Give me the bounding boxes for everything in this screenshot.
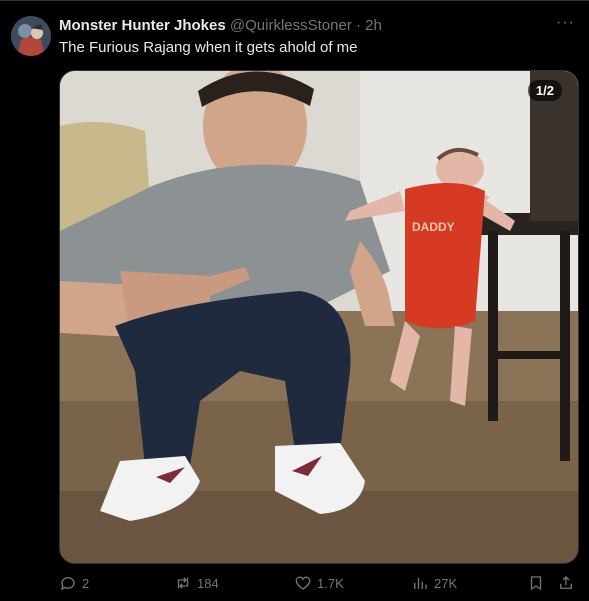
reply-icon (60, 577, 75, 591)
photo-illustration: DADDY (60, 71, 578, 563)
top-divider (0, 0, 589, 1)
bookmark-icon (530, 576, 542, 591)
retweet-icon (177, 577, 189, 589)
action-bar: 2 184 1.7K 27K (59, 574, 579, 596)
svg-text:DADDY: DADDY (412, 220, 455, 234)
retweet-button[interactable]: 184 (174, 574, 219, 592)
tweet-header: Monster Hunter Jhokes @QuirklessStoner ·… (59, 17, 549, 37)
avatar[interactable] (11, 16, 51, 56)
reply-button[interactable]: 2 (59, 574, 89, 592)
share-button[interactable] (557, 574, 575, 592)
timestamp[interactable]: 2h (365, 17, 382, 34)
media-counter-badge: 1/2 (527, 80, 562, 101)
retweet-count: 184 (197, 575, 219, 591)
views-button[interactable]: 27K (411, 574, 457, 592)
tweet-media-photo[interactable]: DADDY 1/2 (59, 70, 579, 564)
share-icon (560, 576, 572, 589)
tweet-text: The Furious Rajang when it gets ahold of… (59, 39, 358, 56)
like-icon (295, 576, 311, 590)
like-button[interactable]: 1.7K (294, 574, 344, 592)
reply-count: 2 (82, 575, 90, 591)
separator-dot: · (355, 17, 361, 34)
author-handle[interactable]: @QuirklessStoner (230, 17, 352, 34)
views-icon (414, 577, 427, 589)
more-options-icon[interactable]: ··· (556, 14, 575, 32)
bookmark-button[interactable] (527, 574, 545, 592)
views-count: 27K (434, 575, 458, 591)
author-name[interactable]: Monster Hunter Jhokes (59, 17, 226, 34)
like-count: 1.7K (317, 575, 344, 591)
